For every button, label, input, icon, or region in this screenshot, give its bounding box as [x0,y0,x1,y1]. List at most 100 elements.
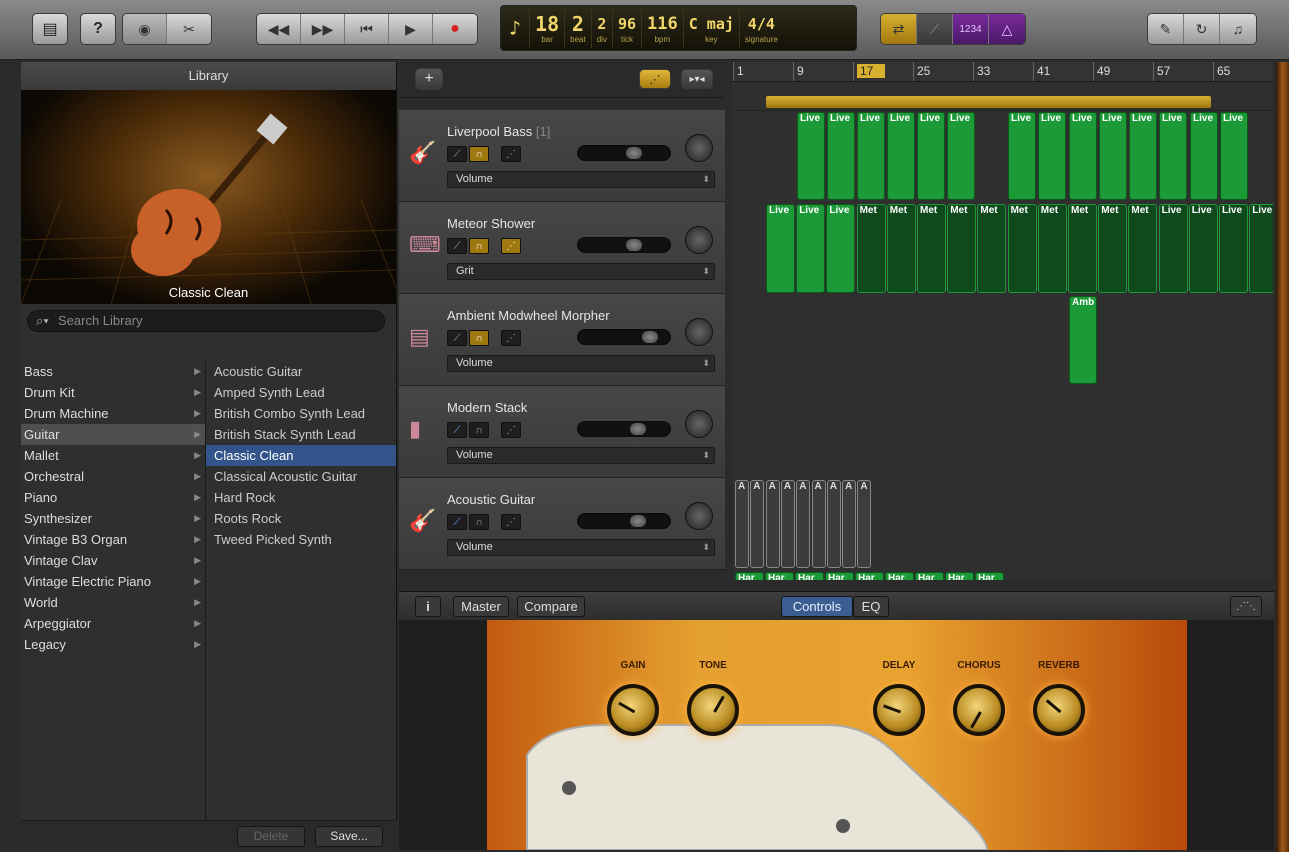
library-button[interactable]: ▤ [32,13,68,45]
pan-knob[interactable] [685,134,713,162]
region[interactable]: Har [975,572,1004,580]
region[interactable]: Met [917,204,946,293]
region[interactable]: A [857,480,872,568]
region[interactable]: Live [917,112,945,200]
cycle-region[interactable] [766,96,1211,108]
region[interactable]: A [811,480,826,568]
solo-button[interactable]: ∩ [469,238,489,254]
track-header[interactable]: ⌨ Meteor Shower ⟋ ∩ ⋰ Grit [399,202,725,294]
region[interactable]: Live [1158,204,1188,293]
volume-slider-handle[interactable] [630,515,646,527]
automation-parameter-select[interactable]: Volume [447,539,715,556]
track-automation-button[interactable]: ⋰ [501,514,521,530]
region[interactable]: Live [826,204,856,293]
region[interactable]: Met [947,204,977,293]
region[interactable]: Live [1219,204,1248,293]
automation-parameter-select[interactable]: Volume [447,171,715,188]
mute-button[interactable]: ⟋ [447,422,467,438]
mute-button[interactable]: ⟋ [447,330,467,346]
volume-slider[interactable] [577,145,671,161]
volume-slider-handle[interactable] [642,331,658,343]
category-item[interactable]: Legacy ▶ [21,634,205,655]
preset-item[interactable]: Acoustic Guitar [206,361,396,382]
region[interactable]: Met [886,204,916,293]
region[interactable]: Har [765,572,794,580]
region[interactable]: Met [977,204,1007,293]
region[interactable]: Live [1159,112,1187,200]
region[interactable]: A [765,480,780,568]
region[interactable]: Live [827,112,855,200]
tab-controls[interactable]: Controls [781,596,853,617]
pan-knob[interactable] [685,502,713,530]
region[interactable]: Amb [1069,296,1097,384]
region[interactable]: A [826,480,841,568]
info-button[interactable]: i [415,596,441,617]
mute-button[interactable]: ⟋ [447,514,467,530]
amp-knob[interactable] [687,684,739,736]
timeline-ruler[interactable]: 1 9 17 25 33 41 49 57 65 [733,62,1273,82]
solo-button[interactable]: ∩ [469,146,489,162]
region[interactable]: Met [1037,204,1067,293]
region[interactable]: Har [855,572,884,580]
lcd-tempo[interactable]: 116 bpm [642,8,684,48]
region[interactable]: Har [735,572,764,580]
track-header[interactable]: ▮ Modern Stack ⟋ ∩ ⋰ Volume [399,386,725,478]
region[interactable]: Live [1099,112,1127,200]
preset-item[interactable]: Tweed Picked Synth [206,529,396,550]
track-header[interactable]: ▤ Ambient Modwheel Morpher ⟋ ∩ ⋰ Volume [399,294,725,386]
volume-slider-handle[interactable] [630,423,646,435]
region[interactable]: Live [797,112,825,200]
region[interactable]: Live [947,112,975,200]
region[interactable]: Live [1190,112,1218,200]
region[interactable]: Live [1188,204,1218,293]
amp-knob[interactable] [1033,684,1085,736]
region[interactable]: A [780,480,795,568]
category-item[interactable]: Vintage B3 Organ ▶ [21,529,205,550]
region[interactable]: A [735,480,749,568]
amp-knob[interactable] [953,684,1005,736]
tuner-button[interactable]: ⟋ [917,14,953,44]
tracks-area[interactable]: Live Live Live Live Live Live Live Live Live Live… [733,82,1273,580]
pan-knob[interactable] [685,410,713,438]
track-header[interactable]: 🎸 Liverpool Bass [1] ⟋ ∩ ⋰ Volume [399,110,725,202]
region[interactable]: Live [857,112,885,200]
amp-knob[interactable] [607,684,659,736]
cycle-button[interactable]: ⇄ [881,14,917,44]
save-button[interactable]: Save... [315,826,383,847]
volume-slider[interactable] [577,513,671,529]
category-item[interactable]: Arpeggiator ▶ [21,613,205,634]
track-header[interactable]: 🎸 Acoustic Guitar ⟋ ∩ ⋰ Volume [399,478,725,570]
region[interactable]: Met [1128,204,1158,293]
region[interactable]: Live [796,204,826,293]
track-automation-button[interactable]: ⋰ [501,330,521,346]
pan-knob[interactable] [685,318,713,346]
catch-playhead-button[interactable]: ▸▾◂ [681,69,713,89]
category-item[interactable]: Piano ▶ [21,487,205,508]
region[interactable]: Live [1249,204,1273,293]
search-library-input[interactable]: ⌕▾ Search Library [27,310,385,332]
track-automation-button[interactable]: ⋰ [501,422,521,438]
metronome-button[interactable]: △ [989,14,1025,44]
solo-button[interactable]: ∩ [469,330,489,346]
preset-item[interactable]: British Combo Synth Lead [206,403,396,424]
mute-button[interactable]: ⟋ [447,146,467,162]
quick-help-button[interactable]: ? [80,13,116,45]
category-item[interactable]: Drum Machine ▶ [21,403,205,424]
volume-slider[interactable] [577,421,671,437]
volume-slider[interactable] [577,329,671,345]
smart-controls-settings-button[interactable]: ⋰⋱ [1230,596,1262,617]
editors-button[interactable]: ✂ [167,14,211,44]
notepad-button[interactable]: ✎ [1148,14,1184,44]
track-automation-button[interactable]: ⋰ [501,146,521,162]
category-item[interactable]: Synthesizer ▶ [21,508,205,529]
region[interactable]: Har [795,572,824,580]
region[interactable]: Live [1220,112,1248,200]
category-item[interactable]: Vintage Clav ▶ [21,550,205,571]
pan-knob[interactable] [685,226,713,254]
region[interactable]: A [796,480,811,568]
solo-button[interactable]: ∩ [469,514,489,530]
compare-button[interactable]: Compare [517,596,585,617]
media-browser-button[interactable]: ♫ [1220,14,1256,44]
category-item[interactable]: Guitar ▶ [21,424,205,445]
region[interactable]: A [842,480,857,568]
